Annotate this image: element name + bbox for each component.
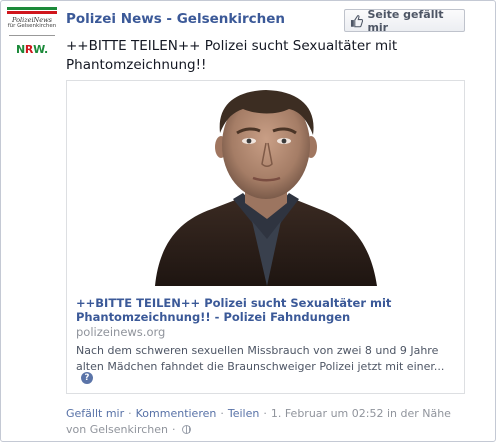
question-icon[interactable]: ? (81, 372, 93, 384)
separator: · (128, 407, 132, 420)
avatar-logo-subtitle: für Gelsenkirchen (7, 23, 57, 29)
avatar-stripe-red (7, 11, 57, 14)
link-preview[interactable]: ++BITTE TEILEN++ Polizei sucht Sexualtät… (66, 80, 465, 394)
post-message: ++BITTE TEILEN++ Polizei sucht Sexualtät… (66, 38, 398, 73)
thumbs-up-icon (350, 14, 364, 27)
globe-icon (181, 425, 191, 434)
nrw-letter-n: N (16, 43, 25, 56)
link-title[interactable]: ++BITTE TEILEN++ Polizei sucht Sexualtät… (76, 296, 456, 324)
link-domain: polizeinews.org (76, 325, 166, 339)
phantom-sketch-image (67, 81, 464, 286)
post-footer: Gefällt mir · Kommentieren · Teilen · 1. Febru… (66, 406, 471, 438)
separator: · (263, 407, 267, 420)
link-description: Nach dem schweren sexuellen Missbrauch v… (76, 344, 445, 373)
nrw-letter-w: W. (33, 43, 48, 56)
share-action[interactable]: Teilen (228, 407, 259, 420)
nrw-logo: NRW. (16, 43, 48, 56)
like-action[interactable]: Gefällt mir (66, 407, 124, 420)
page-avatar[interactable]: PolizeiNews für Gelsenkirchen NRW. (7, 7, 57, 65)
post-card: PolizeiNews für Gelsenkirchen NRW. Poliz… (0, 0, 496, 442)
separator: · (220, 407, 224, 420)
page-name-link[interactable]: Polizei News - Gelsenkirchen (66, 11, 285, 27)
like-page-label: Seite gefällt mir (367, 7, 444, 34)
nrw-letter-r: R (24, 43, 34, 56)
separator: · (172, 423, 176, 436)
like-page-button[interactable]: Seite gefällt mir (344, 7, 465, 34)
avatar-divider (9, 35, 55, 36)
comment-action[interactable]: Kommentieren (136, 407, 217, 420)
